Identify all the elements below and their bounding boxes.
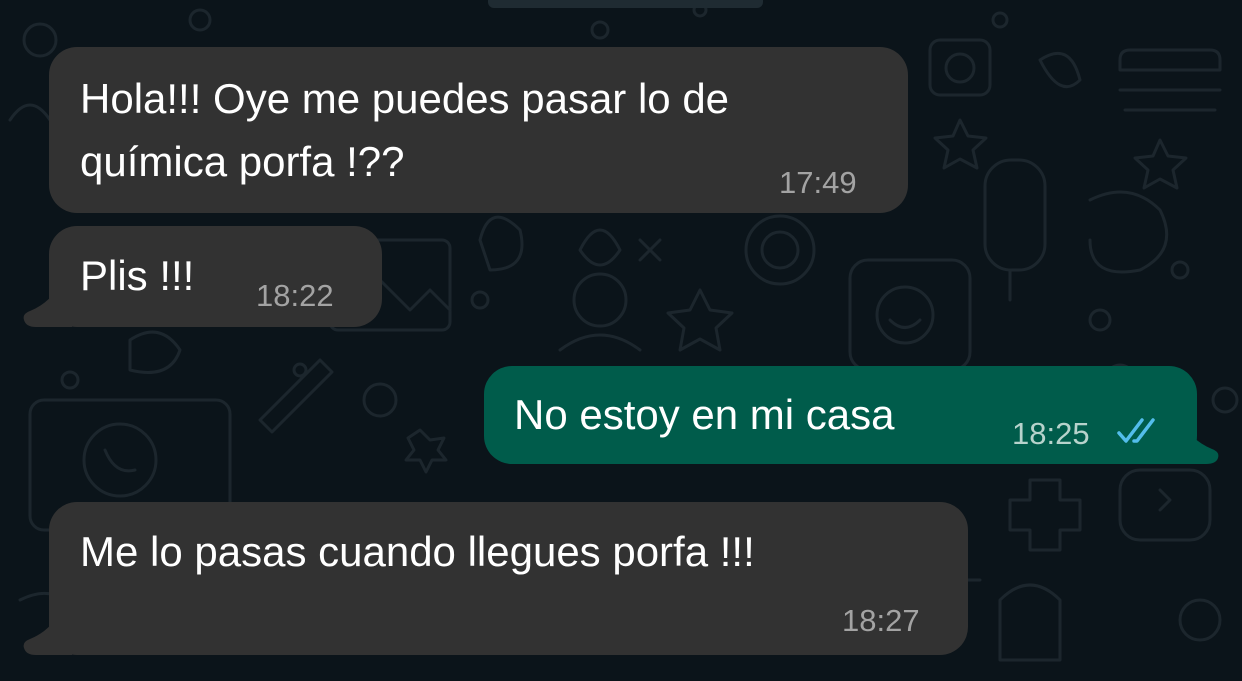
incoming-bubble-tail xyxy=(23,608,72,655)
outgoing-bubble-tail xyxy=(1170,418,1219,464)
double-check-read-icon xyxy=(1117,418,1155,443)
message-text-line: Plis !!! xyxy=(80,252,195,299)
incoming-message-bubble[interactable]: Hola!!! Oye me puedes pasar lo de químic… xyxy=(49,47,908,213)
message-text-line: Hola!!! Oye me puedes pasar lo de xyxy=(80,75,730,122)
message-text-line: Me lo pasas cuando llegues porfa !!! xyxy=(80,528,755,575)
previous-message-edge xyxy=(488,0,763,8)
incoming-message-bubble[interactable]: Plis !!! 18:22 xyxy=(49,226,382,327)
outgoing-message-bubble[interactable]: No estoy en mi casa 18:25 xyxy=(484,366,1197,464)
incoming-bubble-tail xyxy=(23,280,72,327)
message-timestamp: 18:22 xyxy=(256,278,334,313)
message-timestamp: 18:25 xyxy=(1012,416,1090,451)
message-timestamp: 18:27 xyxy=(842,603,920,638)
message-text-line: química porfa !?? xyxy=(80,138,405,185)
incoming-message-bubble[interactable]: Me lo pasas cuando llegues porfa !!! 18:… xyxy=(49,502,968,655)
message-text-line: No estoy en mi casa xyxy=(514,391,895,438)
message-timestamp: 17:49 xyxy=(779,165,857,200)
